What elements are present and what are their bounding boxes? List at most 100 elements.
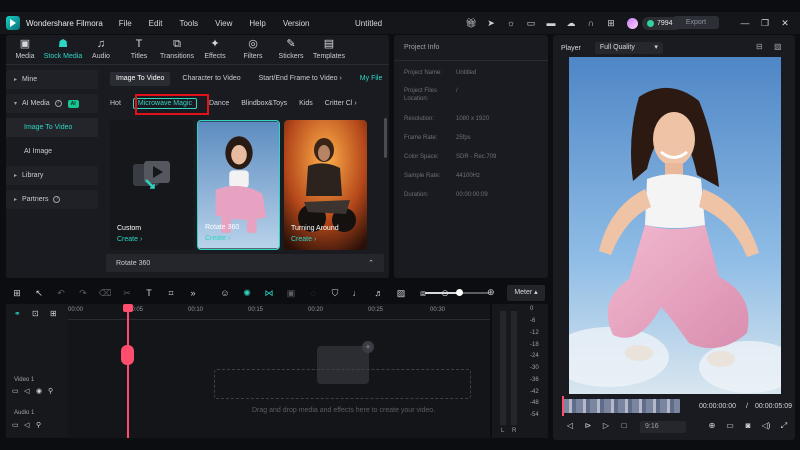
card-turning-around[interactable]: Turning Around Create ›	[284, 120, 367, 250]
category-hot[interactable]: Hot	[110, 100, 121, 107]
help-icon[interactable]: ?	[54, 100, 62, 107]
ripple-icon[interactable]: ✺	[236, 288, 258, 299]
text-icon[interactable]: T	[138, 288, 160, 298]
speaker-icon[interactable]: ◁	[24, 387, 36, 395]
play-icon[interactable]: ▷	[597, 421, 615, 430]
playhead-knob[interactable]	[121, 345, 134, 365]
volume-icon[interactable]: ◁)	[757, 421, 775, 431]
more-icon[interactable]: »	[182, 288, 204, 298]
preview-scrub-strip[interactable]	[562, 399, 680, 413]
save-icon[interactable]: ▬	[543, 15, 559, 31]
restore-icon[interactable]: ❐	[755, 18, 775, 29]
tab-transitions[interactable]: ⧉ Transitions	[158, 37, 196, 60]
crop-icon[interactable]: ⌗	[160, 288, 182, 299]
tab-templates[interactable]: ▤ Templates	[310, 37, 348, 60]
export-button[interactable]: Export	[673, 16, 719, 29]
subtab-start-end-frame[interactable]: Start/End Frame to Video ›	[253, 72, 348, 86]
link-icon[interactable]: ⚭	[14, 309, 32, 318]
sidebar-item-partners[interactable]: ▸ Partners?	[6, 190, 98, 209]
menu-edit[interactable]: Edit	[149, 19, 163, 28]
create-link[interactable]: Create ›	[291, 236, 316, 243]
avatar[interactable]	[627, 17, 638, 29]
sidebar-item-ai-media[interactable]: ▾ AI Media? AI	[6, 94, 98, 113]
select-icon[interactable]: ↖	[28, 288, 50, 299]
speaker-icon[interactable]: ◁	[24, 421, 36, 429]
gift-icon[interactable]: 🎁︎	[463, 15, 479, 31]
help-icon[interactable]: ?	[53, 196, 61, 203]
add-track-icon[interactable]: ⊞	[50, 309, 68, 318]
zoom-slider-handle[interactable]	[456, 289, 463, 296]
grid-icon[interactable]: ⊞	[603, 15, 619, 31]
zoom-in-icon[interactable]: ⊕	[487, 287, 495, 298]
card-custom[interactable]: Custom Create ›	[110, 120, 193, 250]
create-link[interactable]: Create ›	[205, 235, 230, 242]
ai-tools-icon[interactable]: ☺	[214, 288, 236, 298]
selected-template-bar[interactable]: Rotate 360 ⌃	[106, 254, 384, 272]
cloud-icon[interactable]: ☁	[563, 15, 579, 31]
category-blindbox-toys[interactable]: Blindbox&Toys	[241, 100, 287, 107]
snap-icon[interactable]: ⋈	[258, 288, 280, 299]
aspect-ratio-select[interactable]: 9:16	[640, 421, 686, 433]
compare-icon[interactable]: ⊟	[756, 42, 770, 51]
category-critter[interactable]: Critter Cl ›	[325, 100, 357, 107]
scrollbar[interactable]	[384, 118, 387, 158]
tab-audio[interactable]: ♫ Audio	[82, 37, 120, 60]
camera-icon[interactable]: ◙	[739, 421, 757, 431]
tab-titles[interactable]: T Titles	[120, 37, 158, 60]
menu-view[interactable]: View	[215, 19, 232, 28]
lock-icon[interactable]: ⚲	[48, 387, 60, 395]
timeline-playhead[interactable]	[127, 306, 129, 438]
card-rotate-360[interactable]: Rotate 360 Create ›	[197, 120, 280, 250]
tab-effects[interactable]: ✦ Effects	[196, 37, 234, 60]
tab-filters[interactable]: ◎ Filters	[234, 37, 272, 60]
tab-stickers[interactable]: ✎ Stickers	[272, 37, 310, 60]
sidebar-item-mine[interactable]: ▸ Mine	[6, 70, 98, 89]
marker-icon[interactable]: ⊕	[703, 421, 721, 431]
meter-toggle[interactable]: Meter ▴	[507, 285, 545, 301]
sticker-icon[interactable]: ▣	[280, 288, 302, 299]
image-icon[interactable]: ▨	[390, 288, 412, 299]
display-icon[interactable]: ▭	[721, 421, 739, 431]
subtab-my-file[interactable]: My File	[354, 72, 389, 86]
render-icon[interactable]: ◌	[302, 288, 324, 298]
layout-icon[interactable]: ▭	[523, 15, 539, 31]
shield-icon[interactable]: ⛉	[324, 288, 346, 299]
minimize-icon[interactable]: —	[735, 18, 755, 28]
microphone-icon[interactable]: ♩	[346, 288, 368, 298]
headset-icon[interactable]: ∩	[583, 15, 599, 31]
lightbulb-icon[interactable]: ☼	[503, 15, 519, 31]
folder-icon[interactable]: ▭	[12, 421, 24, 429]
menu-tools[interactable]: Tools	[179, 19, 198, 28]
tab-media[interactable]: ▣ Media	[6, 37, 44, 60]
layout-grid-icon[interactable]: ⊞	[6, 288, 28, 299]
track-manager-icon[interactable]: ⊡	[32, 309, 50, 318]
chevron-up-icon[interactable]: ⌃	[368, 259, 374, 267]
category-dance[interactable]: Dance	[209, 100, 229, 107]
menu-help[interactable]: Help	[249, 19, 265, 28]
subtab-image-to-video[interactable]: Image To Video	[110, 72, 171, 86]
stop-icon[interactable]: □	[615, 421, 633, 430]
send-icon[interactable]: ➤	[483, 15, 499, 31]
tab-stock-media[interactable]: ☗ Stock Media	[44, 37, 83, 60]
step-back-icon[interactable]: ⊳	[579, 421, 597, 430]
delete-icon[interactable]: ⌫	[94, 288, 116, 299]
add-icon[interactable]: +	[362, 341, 374, 353]
sidebar-item-library[interactable]: ▸ Library	[6, 166, 98, 185]
eye-icon[interactable]: ◉	[36, 387, 48, 395]
menu-file[interactable]: File	[119, 19, 132, 28]
create-link[interactable]: Create ›	[117, 236, 142, 243]
cut-icon[interactable]: ✂	[116, 288, 138, 299]
close-icon[interactable]: ✕	[775, 18, 795, 29]
snapshot-icon[interactable]: ▨	[774, 42, 788, 51]
preview-playhead[interactable]	[562, 396, 564, 416]
sidebar-item-ai-image[interactable]: AI Image	[6, 142, 98, 161]
quality-select[interactable]: Full Quality	[594, 42, 663, 54]
music-icon[interactable]: ♬	[368, 288, 390, 298]
folder-icon[interactable]: ▭	[12, 387, 24, 395]
drop-zone[interactable]	[214, 369, 471, 399]
category-kids[interactable]: Kids	[299, 100, 313, 107]
lock-icon[interactable]: ⚲	[36, 421, 48, 429]
sidebar-item-image-to-video[interactable]: Image To Video	[6, 118, 98, 137]
prev-frame-icon[interactable]: ◁	[561, 421, 579, 430]
subtab-character-to-video[interactable]: Character to Video	[176, 72, 246, 86]
